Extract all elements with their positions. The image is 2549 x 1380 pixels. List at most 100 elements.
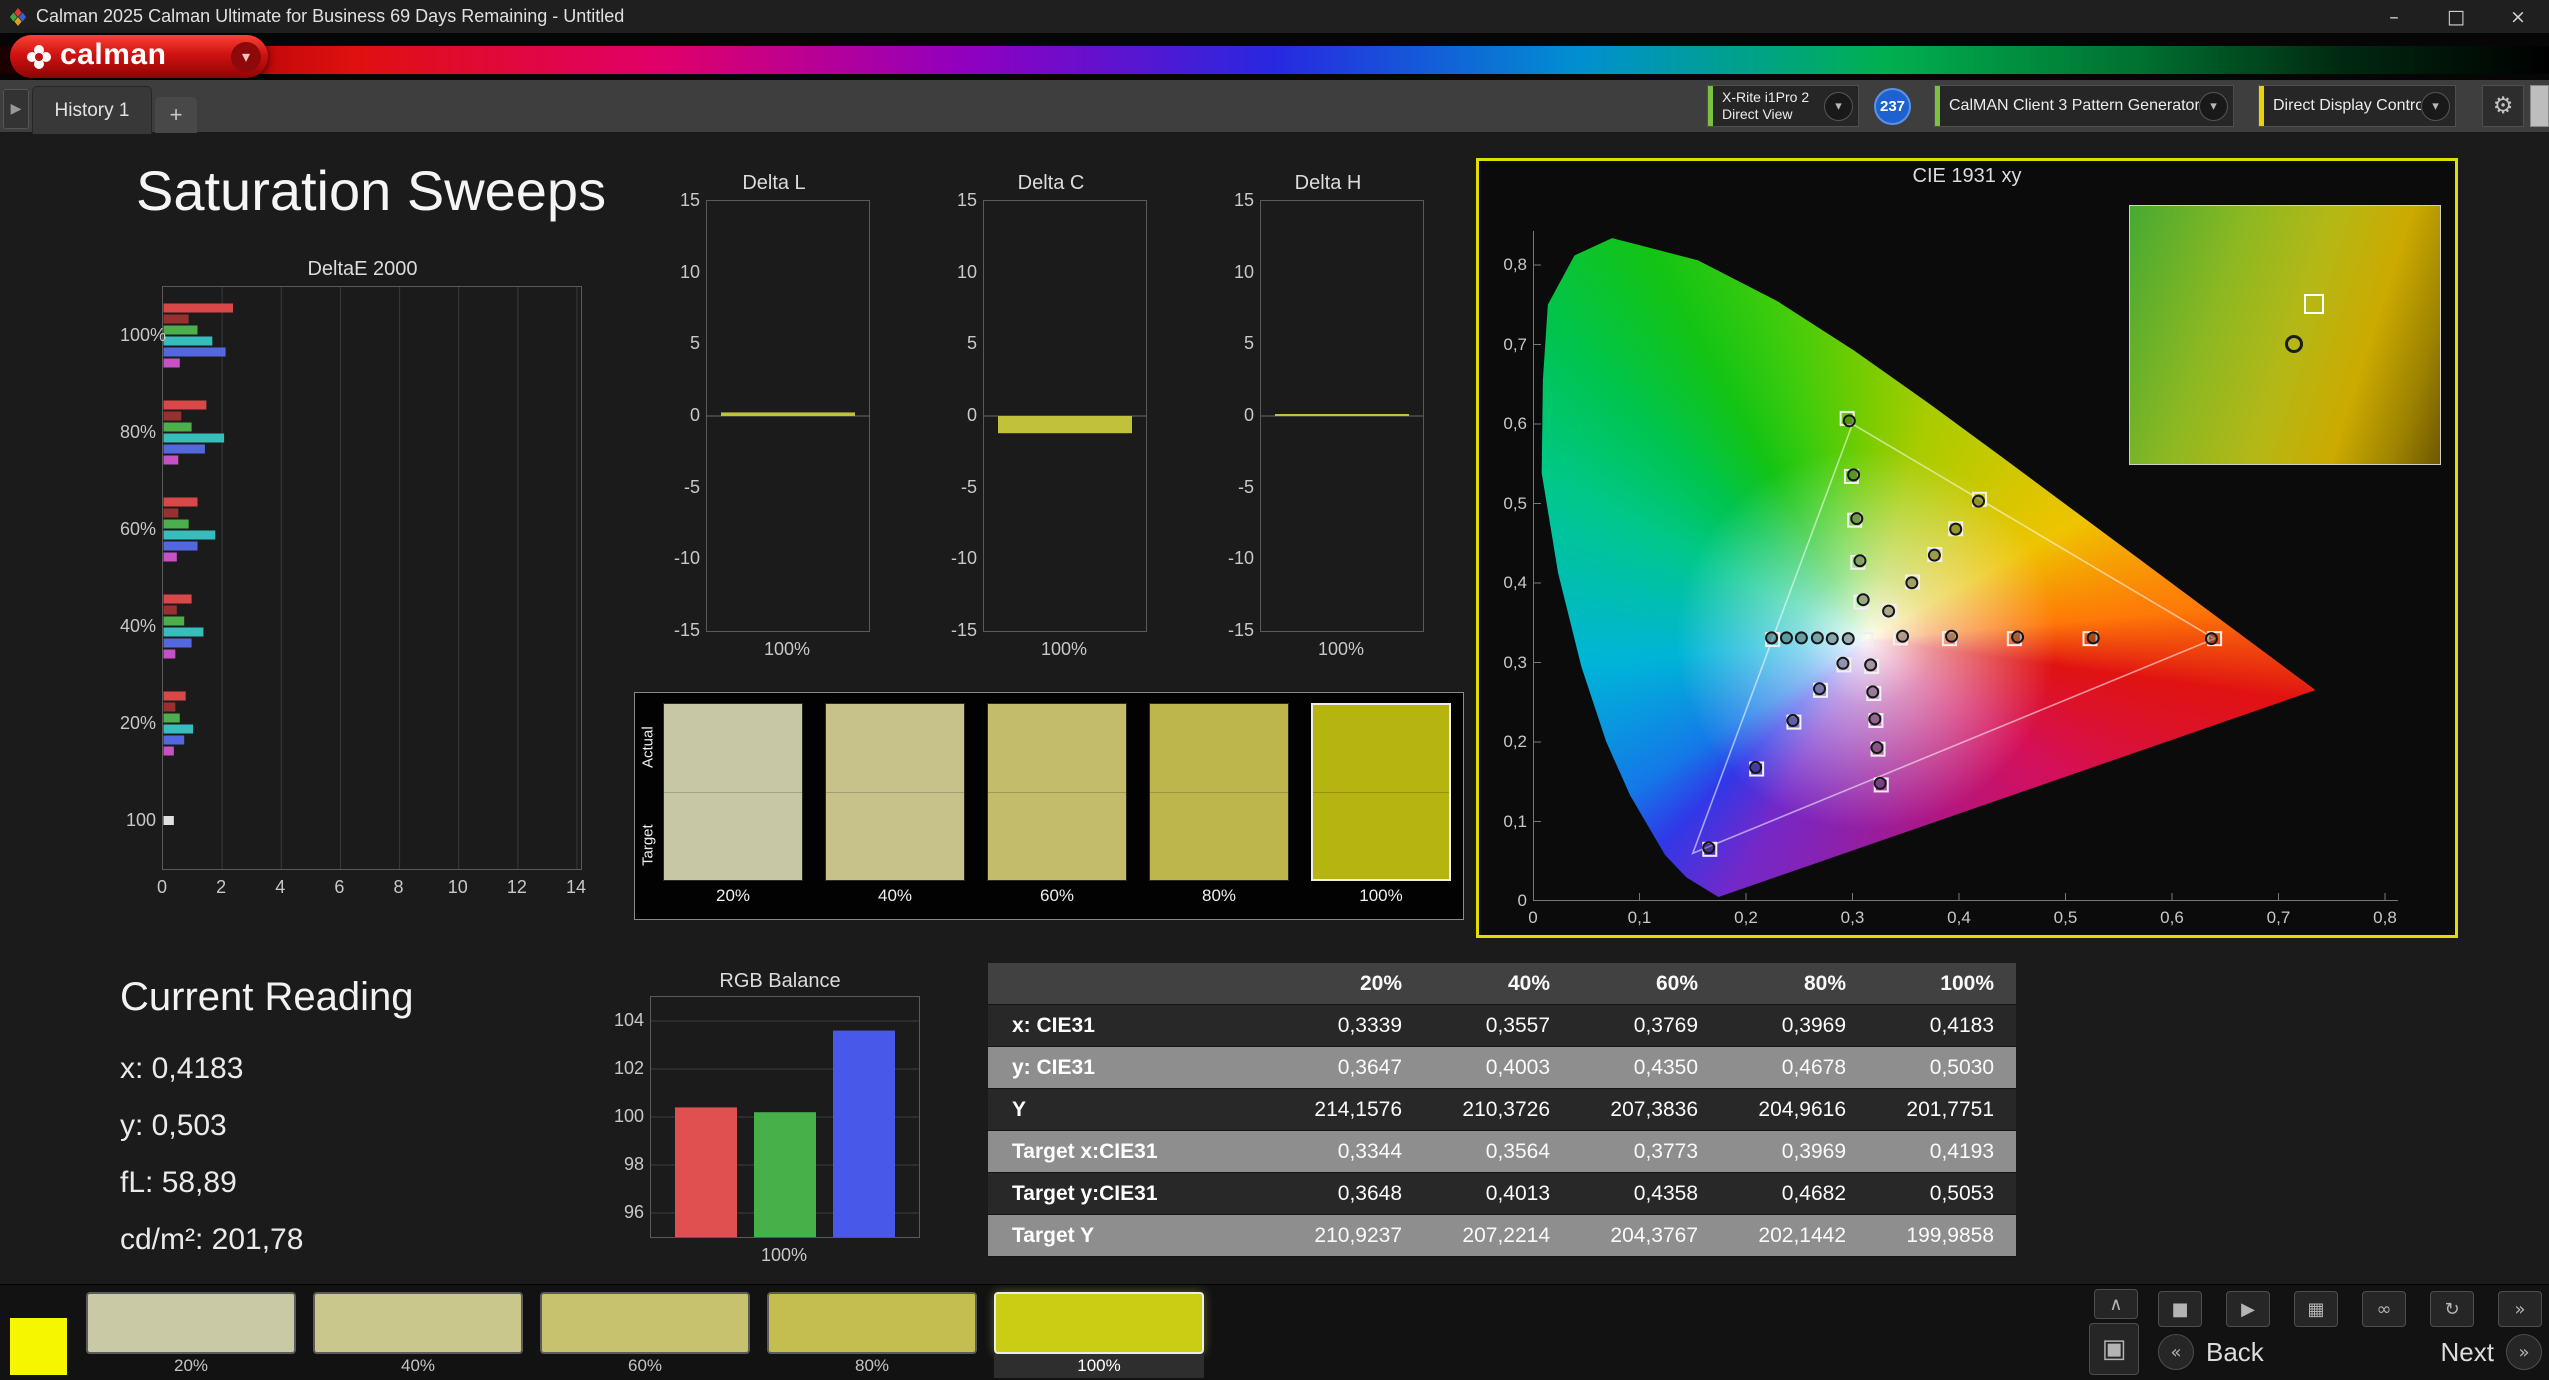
strip-swatch: [1149, 703, 1289, 881]
actual-target-strip: Actual Target 20% 40% 60% 80% 100%: [634, 692, 1464, 920]
inset-target-marker: [2303, 293, 2324, 314]
layout-button[interactable]: ▣: [2089, 1323, 2139, 1375]
table-cell: 210,9237: [1314, 1223, 1402, 1247]
delta-c-ytick: -15: [950, 620, 977, 640]
pattern-level-button[interactable]: 60%: [540, 1292, 750, 1378]
pattern-level-button[interactable]: 100%: [994, 1292, 1204, 1378]
delta-h-ytick: 15: [1233, 190, 1254, 210]
meter-status-badge[interactable]: 237: [1874, 88, 1911, 125]
stop-button[interactable]: ■: [2158, 1291, 2202, 1327]
chevron-down-icon[interactable]: ▾: [2421, 91, 2450, 121]
pattern-level-button[interactable]: 80%: [767, 1292, 977, 1378]
display-accent: [2259, 86, 2264, 126]
deltae-chart-title: DeltaE 2000: [307, 258, 418, 280]
delta-l-ytick: 5: [689, 333, 700, 354]
strip-swatch-label: 100%: [1359, 886, 1403, 905]
pattern-level-button[interactable]: 40%: [313, 1292, 523, 1378]
delta-l-xtick: 100%: [763, 639, 811, 659]
table-cell: 0,4013: [1485, 1181, 1550, 1205]
table-cell: 0,4350: [1633, 1055, 1698, 1079]
rgb-chart-title: RGB Balance: [719, 970, 841, 992]
display-control-selector[interactable]: Direct Display Control ▾: [2258, 85, 2456, 127]
calman-menu-button[interactable]: calman ▾: [10, 35, 268, 78]
pattern-level-label: 20%: [173, 1356, 209, 1375]
pattern-level-swatch: [767, 1292, 977, 1354]
strip-swatch-label: 20%: [715, 886, 751, 905]
tab-history-1[interactable]: History 1: [32, 86, 152, 134]
chevron-down-icon[interactable]: ▾: [1824, 91, 1853, 121]
table-row-label: Target x:CIE31: [1012, 1139, 1158, 1163]
cie-ytick: 0,7: [1503, 334, 1527, 354]
chevron-down-icon[interactable]: ▾: [231, 41, 261, 72]
deltae-xtick: 14: [565, 877, 587, 897]
deltae-xtick: 2: [216, 877, 227, 897]
table-cell: 0,4003: [1485, 1055, 1550, 1079]
pattern-level-swatch: [313, 1292, 523, 1354]
pattern-level-label: 100%: [994, 1354, 1204, 1378]
table-column-header: 60%: [1655, 971, 1698, 995]
table-cell: 0,4193: [1929, 1139, 1994, 1163]
table-cell: 0,5053: [1929, 1181, 1994, 1205]
save-button[interactable]: ▦: [2294, 1291, 2338, 1327]
inset-measured-marker: [2285, 335, 2303, 353]
delta-h-ytick: -5: [1237, 476, 1254, 497]
strip-swatch: [987, 703, 1127, 881]
delta-h-ytick: 0: [1243, 405, 1254, 425]
reading-y: y: 0,503: [120, 1109, 227, 1142]
minimize-button[interactable]: –: [2363, 0, 2425, 33]
table-row: Target Y 210,9237 207,2214 204,3767 202,1442…: [988, 1215, 2016, 1257]
navigation-controls: « Back Next »: [2158, 1331, 2542, 1373]
maximize-button[interactable]: □: [2425, 0, 2487, 33]
table-cell: 207,3836: [1610, 1097, 1698, 1121]
pattern-level-button[interactable]: 20%: [86, 1292, 296, 1378]
add-tab-button[interactable]: +: [155, 97, 197, 133]
table-cell: 214,1576: [1314, 1097, 1402, 1121]
chevron-right-icon: »: [2518, 1341, 2530, 1363]
play-button[interactable]: ▶: [2226, 1291, 2270, 1327]
cie-panel: CIE 1931 xy 0 0 0,1 0,1 0,2 0,2 0,3 0,3 0,4 0,4 0,…: [1476, 158, 2458, 938]
delta-c-ytick: -5: [960, 476, 977, 497]
meter-selector[interactable]: X-Rite i1Pro 2 Direct View ▾: [1707, 85, 1859, 127]
chevron-down-icon[interactable]: ▾: [2199, 91, 2228, 121]
table-cell: 0,3344: [1337, 1139, 1402, 1163]
table-cell: 210,3726: [1462, 1097, 1550, 1121]
rgb-ytick: 102: [613, 1058, 644, 1078]
cie-ytick: 0,6: [1503, 414, 1527, 433]
play-icon: ▶: [2241, 1298, 2255, 1320]
tab-scroll-button[interactable]: ▶: [3, 89, 29, 129]
rgb-ytick: 96: [623, 1202, 644, 1222]
link-button[interactable]: ∞: [2362, 1291, 2406, 1327]
cie-xtick: 0,6: [2160, 908, 2184, 927]
cie-xtick: 0,7: [2266, 908, 2291, 927]
next-button[interactable]: Next: [2441, 1337, 2494, 1368]
refresh-button[interactable]: ↻: [2430, 1291, 2474, 1327]
meter-mode: Direct View: [1722, 106, 1793, 122]
tab-bar: ▶ History 1 + X-Rite i1Pro 2 Direct View…: [0, 80, 2549, 134]
delta-l-plot: [706, 200, 870, 632]
settings-button[interactable]: ⚙: [2482, 85, 2524, 127]
next-chevron-button[interactable]: »: [2506, 1334, 2542, 1370]
delta-c-ytick: 5: [966, 333, 977, 354]
meter-accent: [1708, 86, 1713, 126]
table-cell: 0,3769: [1633, 1013, 1698, 1037]
table-cell: 201,7751: [1906, 1097, 1994, 1121]
pattern-label: CalMAN Client 3 Pattern Generator: [1949, 97, 2199, 114]
table-cell: 204,3767: [1610, 1223, 1698, 1247]
pattern-generator-selector[interactable]: CalMAN Client 3 Pattern Generator ▾: [1934, 85, 2234, 127]
page-title: Saturation Sweeps: [136, 159, 607, 222]
calman-app-window: Calman 2025 Calman Ultimate for Business…: [0, 0, 2549, 1380]
delta-l-ytick: 0: [689, 405, 700, 425]
close-button[interactable]: ×: [2487, 0, 2549, 33]
back-chevron-button[interactable]: «: [2158, 1334, 2194, 1370]
pattern-level-swatch: [86, 1292, 296, 1354]
table-cell: 0,5030: [1929, 1055, 1994, 1079]
pattern-level-swatches: 20% 40% 60% 80% 100%: [86, 1292, 1204, 1378]
table-row: y: CIE31 0,3647 0,4003 0,4350 0,4678 0,5030: [988, 1047, 2016, 1089]
back-button[interactable]: Back: [2206, 1337, 2264, 1368]
link-icon: ∞: [2376, 1298, 2392, 1320]
expand-right-button[interactable]: »: [2498, 1291, 2542, 1327]
cie-ytick: 0,3: [1503, 652, 1527, 672]
side-panel-button[interactable]: [2530, 85, 2549, 127]
cie-xtick: 0,5: [2053, 908, 2078, 927]
collapse-button[interactable]: ∧: [2094, 1289, 2138, 1319]
